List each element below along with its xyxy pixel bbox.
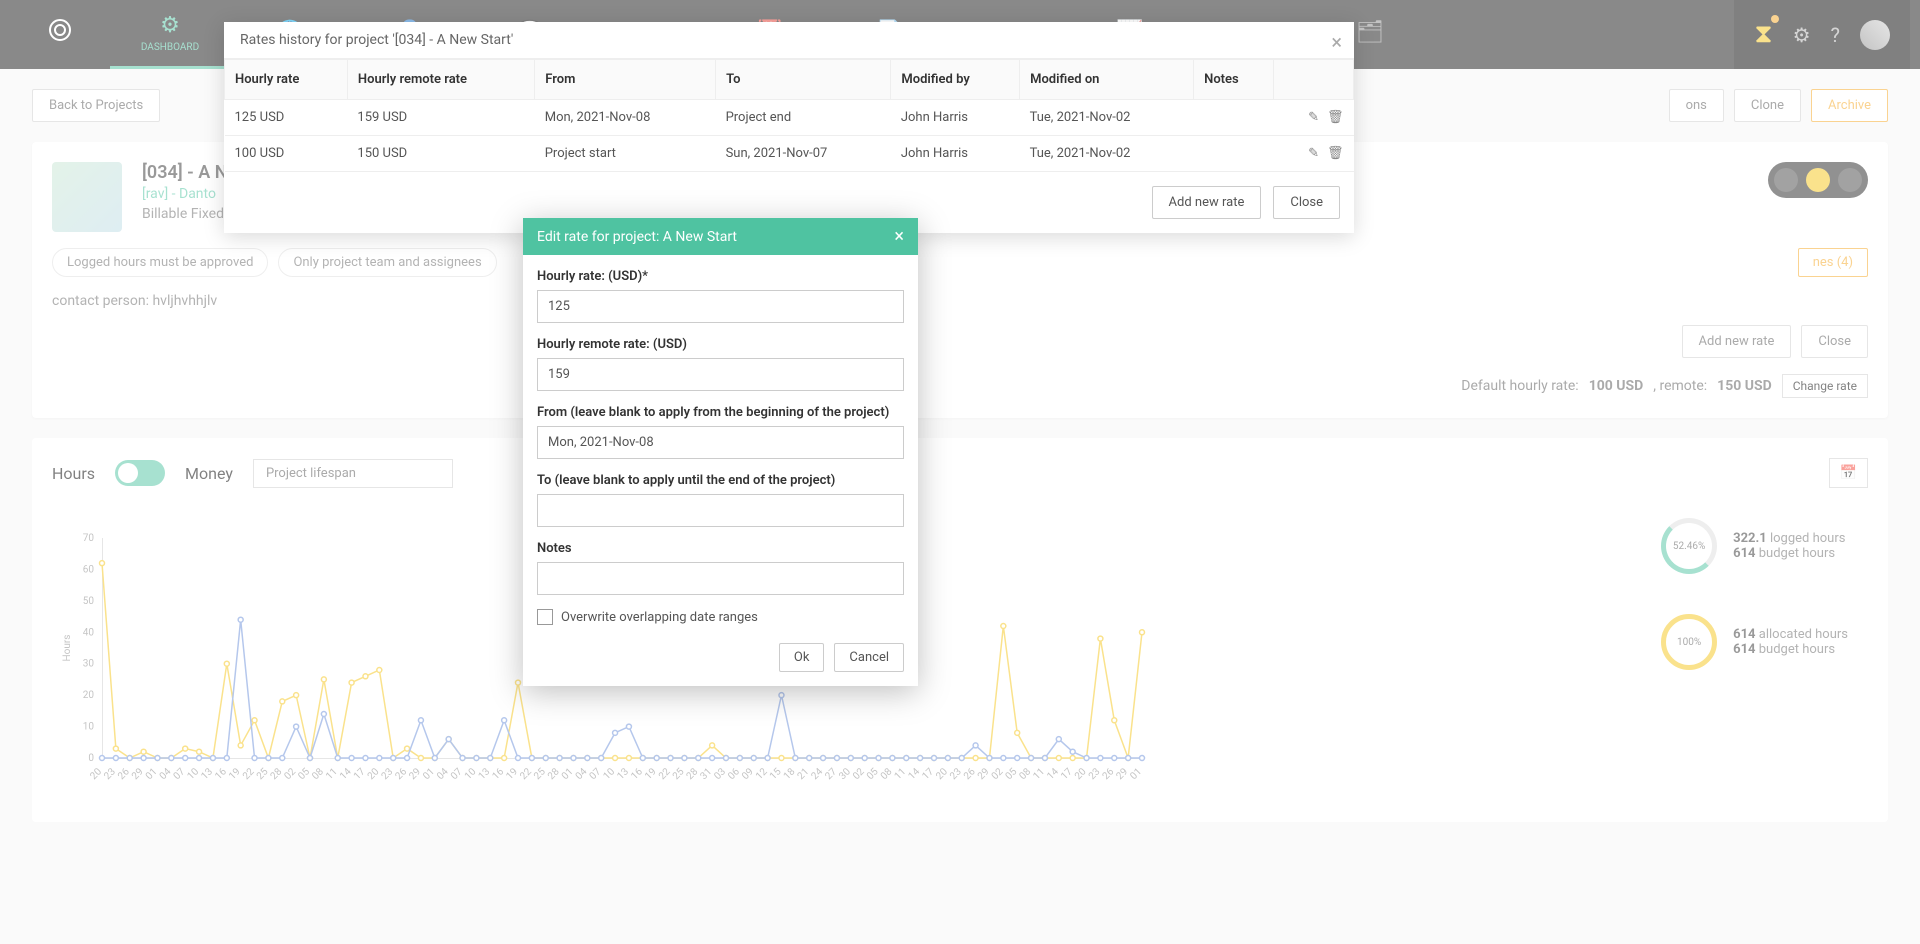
rates-col-header: Modified by: [891, 60, 1020, 100]
from-input[interactable]: [537, 426, 904, 459]
to-input[interactable]: [537, 494, 904, 527]
table-cell: Project end: [716, 100, 891, 136]
hourly-rate-label: Hourly rate: (USD)*: [537, 269, 904, 284]
table-cell: John Harris: [891, 136, 1020, 172]
table-cell: 150 USD: [347, 136, 534, 172]
rates-col-actions: [1274, 60, 1354, 100]
rates-col-header: Hourly remote rate: [347, 60, 534, 100]
edit-rate-dialog: Edit rate for project: A New Start × Hou…: [523, 218, 918, 686]
table-cell: 159 USD: [347, 100, 534, 136]
rates-col-header: Modified on: [1020, 60, 1194, 100]
to-label: To (leave blank to apply until the end o…: [537, 473, 904, 488]
table-cell: Project start: [535, 136, 716, 172]
close-button-2[interactable]: Close: [1273, 186, 1340, 219]
dialog-title: Edit rate for project: A New Start: [537, 229, 737, 245]
table-cell: John Harris: [891, 100, 1020, 136]
dialog-close-icon[interactable]: ×: [894, 226, 904, 247]
overwrite-label: Overwrite overlapping date ranges: [561, 610, 758, 625]
hourly-rate-input[interactable]: [537, 290, 904, 323]
dialog-header: Edit rate for project: A New Start ×: [523, 218, 918, 255]
add-rate-button-2[interactable]: Add new rate: [1152, 186, 1262, 219]
rates-col-header: Hourly rate: [225, 60, 348, 100]
rates-title-text: Rates history for project '[034] - A New…: [240, 32, 513, 48]
table-cell: Sun, 2021-Nov-07: [716, 136, 891, 172]
table-row: 100 USD150 USDProject startSun, 2021-Nov…: [225, 136, 1354, 172]
delete-icon[interactable]: 🗑: [1327, 110, 1344, 125]
rates-table: Hourly rateHourly remote rateFromToModif…: [224, 59, 1354, 172]
cancel-button[interactable]: Cancel: [834, 643, 904, 672]
edit-icon[interactable]: ✎: [1308, 110, 1319, 125]
dialog-body: Hourly rate: (USD)* Hourly remote rate: …: [523, 255, 918, 686]
notes-input[interactable]: [537, 562, 904, 595]
hourly-remote-input[interactable]: [537, 358, 904, 391]
hourly-remote-label: Hourly remote rate: (USD): [537, 337, 904, 352]
rates-col-header: Notes: [1194, 60, 1274, 100]
checkbox-icon[interactable]: [537, 609, 553, 625]
overwrite-check[interactable]: Overwrite overlapping date ranges: [537, 609, 904, 625]
table-cell: 100 USD: [225, 136, 348, 172]
table-cell: [1194, 100, 1274, 136]
delete-icon[interactable]: 🗑: [1327, 146, 1344, 161]
table-cell: Mon, 2021-Nov-08: [535, 100, 716, 136]
table-cell: Tue, 2021-Nov-02: [1020, 100, 1194, 136]
edit-icon[interactable]: ✎: [1308, 146, 1319, 161]
table-row: 125 USD159 USDMon, 2021-Nov-08Project en…: [225, 100, 1354, 136]
notes-label: Notes: [537, 541, 904, 556]
from-label: From (leave blank to apply from the begi…: [537, 405, 904, 420]
table-cell: 125 USD: [225, 100, 348, 136]
dialog-footer: Ok Cancel: [537, 643, 904, 672]
table-cell: [1194, 136, 1274, 172]
rates-history-panel: Rates history for project '[034] - A New…: [224, 22, 1354, 233]
rates-panel-close-icon[interactable]: ×: [1331, 30, 1342, 54]
table-cell: Tue, 2021-Nov-02: [1020, 136, 1194, 172]
rates-col-header: From: [535, 60, 716, 100]
rates-panel-title: Rates history for project '[034] - A New…: [224, 22, 1354, 59]
rates-col-header: To: [716, 60, 891, 100]
ok-button[interactable]: Ok: [779, 643, 825, 672]
